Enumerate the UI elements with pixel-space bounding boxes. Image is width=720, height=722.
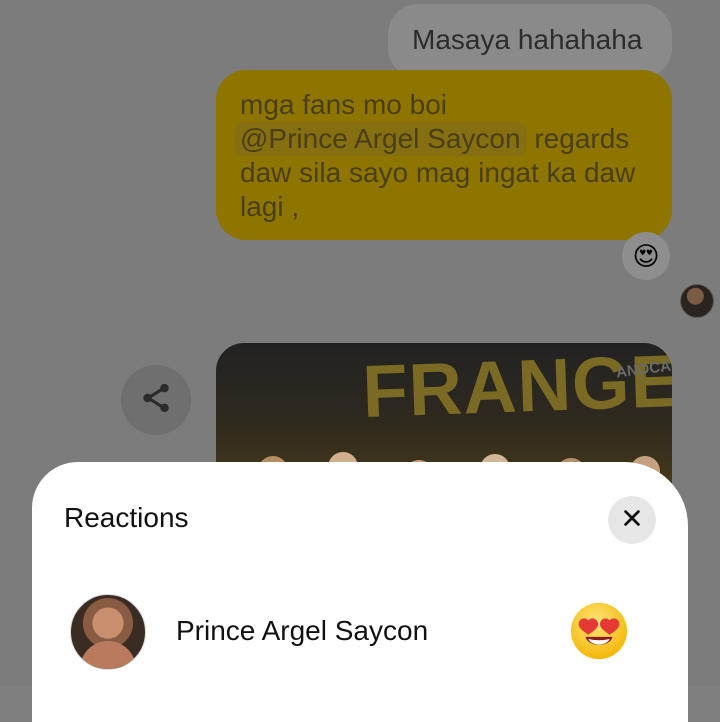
share-button[interactable]: [121, 365, 191, 435]
avatar: [680, 284, 714, 318]
close-button[interactable]: [608, 496, 656, 544]
message-bubble-yellow[interactable]: mga fans mo boi @Prince Argel Saycon reg…: [216, 70, 672, 240]
reaction-user-name: Prince Argel Saycon: [176, 615, 429, 646]
reactions-sheet: Reactions Prince Argel Saycon: [32, 462, 688, 722]
message-reaction-button[interactable]: 😍: [622, 232, 670, 280]
message-text: Masaya hahahaha: [412, 24, 643, 55]
avatar: [70, 594, 146, 670]
photo-banner-text: FRANGEL: [361, 343, 672, 433]
share-icon: [139, 381, 173, 420]
message-text-before-mention: mga fans mo boi: [240, 89, 447, 120]
heart-eyes-icon: 😍: [632, 241, 660, 271]
reaction-row[interactable]: Prince Argel Saycon: [70, 594, 630, 670]
heart-eyes-emoji: [568, 600, 630, 662]
message-bubble-gray[interactable]: Masaya hahahaha: [388, 4, 672, 78]
close-icon: [621, 507, 643, 534]
mention-link[interactable]: @Prince Argel Saycon: [234, 122, 527, 156]
sheet-title: Reactions: [64, 502, 189, 533]
